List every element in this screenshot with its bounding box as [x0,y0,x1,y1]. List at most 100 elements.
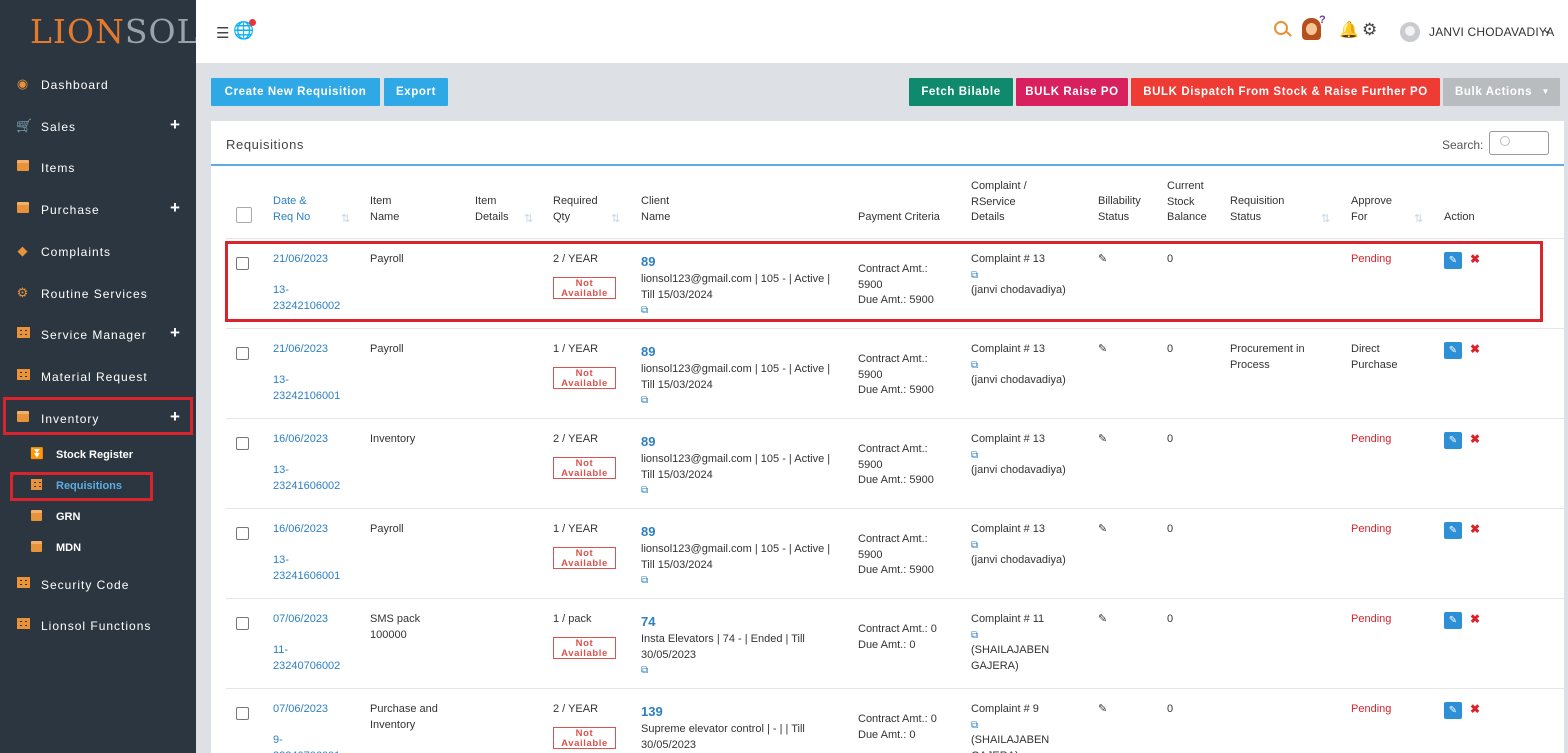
expand-plus-icon[interactable]: + [170,198,181,218]
search-input[interactable] [1489,131,1549,155]
row-checkbox[interactable] [236,617,249,630]
delete-icon[interactable]: ✖ [1470,612,1480,626]
sidebar-subitem-grn[interactable]: GRN [0,505,196,529]
search-icon[interactable] [1274,21,1288,35]
select-all-checkbox[interactable] [236,207,252,223]
sidebar-item-inventory[interactable]: Inventory + [0,403,196,433]
user-name[interactable]: JANVI CHODAVADIYA [1429,25,1554,39]
edit-icon[interactable]: ✎ [1444,252,1462,269]
external-link-icon[interactable]: ⧉ [641,303,841,319]
header-date[interactable]: Date & Req No [273,194,310,225]
row-checkbox[interactable] [236,707,249,720]
delete-icon[interactable]: ✖ [1470,702,1480,716]
complaint-details: Complaint # 11 ⧉ (SHAILAJABEN GAJERA) [971,613,1050,672]
avatar[interactable] [1400,22,1420,42]
pencil-icon[interactable]: ✎ [1098,432,1107,445]
header-client-name: Client Name [641,195,671,223]
expand-plus-icon[interactable]: + [170,407,181,427]
bulk-actions-dropdown[interactable]: Bulk Actions ▼ [1443,78,1560,106]
sort-icon[interactable]: ⇅ [1414,212,1423,225]
row-checkbox[interactable] [236,527,249,540]
client-details: Insta Elevators | 74 - | Ended | Till 30/… [641,632,841,679]
sort-icon[interactable]: ⇅ [524,212,533,225]
sidebar-item-security-code[interactable]: Security Code [0,569,196,599]
external-link-icon[interactable]: ⧉ [641,393,841,409]
client-id-link[interactable]: 89 [641,434,655,450]
client-id-link[interactable]: 74 [641,614,655,630]
sort-icon[interactable]: ⇅ [341,212,350,225]
external-link-icon[interactable]: ⧉ [971,358,1066,374]
pencil-icon[interactable]: ✎ [1098,342,1107,355]
edit-icon[interactable]: ✎ [1444,342,1462,359]
edit-icon[interactable]: ✎ [1444,432,1462,449]
client-id-link[interactable]: 89 [641,524,655,540]
edit-icon[interactable]: ✎ [1444,702,1462,719]
req-date[interactable]: 16/06/2023 [273,432,328,448]
row-checkbox[interactable] [236,257,249,270]
sidebar-item-dashboard[interactable]: ◉ Dashboard [0,69,196,99]
delete-icon[interactable]: ✖ [1470,252,1480,266]
gear-icon[interactable]: ⚙ [1362,20,1377,40]
fetch-bilable-button[interactable]: Fetch Bilable [909,78,1013,106]
client-id-link[interactable]: 89 [641,344,655,360]
external-link-icon[interactable]: ⧉ [641,573,841,589]
sidebar-item-purchase[interactable]: Purchase + [0,194,196,224]
sidebar-item-routine-services[interactable]: ⚙ Routine Services [0,278,196,308]
row-checkbox[interactable] [236,347,249,360]
req-number[interactable]: 13- 23241606001 [273,553,340,584]
expand-plus-icon[interactable]: + [170,323,181,343]
req-number[interactable]: 13- 23241606002 [273,463,340,494]
row-checkbox[interactable] [236,437,249,450]
pencil-icon[interactable]: ✎ [1098,702,1107,715]
external-link-icon[interactable]: ⧉ [971,718,1049,734]
sidebar-subitem-requisitions[interactable]: Requisitions [0,474,196,498]
payment-criteria: Contract Amt.: 0 Due Amt.: 0 [858,623,937,651]
bulk-dispatch-button[interactable]: BULK Dispatch From Stock & Raise Further… [1131,78,1440,106]
pencil-icon[interactable]: ✎ [1098,522,1107,535]
sort-icon[interactable]: ⇅ [1321,212,1330,225]
delete-icon[interactable]: ✖ [1470,342,1480,356]
expand-plus-icon[interactable]: + [170,115,181,135]
sidebar-item-complaints[interactable]: ◆ Complaints [0,236,196,266]
req-date[interactable]: 07/06/2023 [273,702,328,718]
external-link-icon[interactable]: ⧉ [971,538,1066,554]
edit-icon[interactable]: ✎ [1444,522,1462,539]
sidebar-item-service-manager[interactable]: Service Manager + [0,319,196,349]
external-link-icon[interactable]: ⧉ [641,483,841,499]
delete-icon[interactable]: ✖ [1470,432,1480,446]
bulk-raise-po-button[interactable]: BULK Raise PO [1016,78,1128,106]
sidebar-item-lionsol-functions[interactable]: Lionsol Functions [0,610,196,640]
req-date[interactable]: 21/06/2023 [273,252,328,268]
req-date[interactable]: 07/06/2023 [273,612,328,628]
sidebar-item-material-request[interactable]: Material Request [0,361,196,391]
sort-icon[interactable]: ⇅ [611,212,620,225]
sidebar-item-sales[interactable]: 🛒 Sales + [0,111,196,141]
pencil-icon[interactable]: ✎ [1098,252,1107,265]
req-number[interactable]: 13- 23242106001 [273,373,340,404]
client-id-link[interactable]: 139 [641,704,663,720]
bell-icon[interactable]: 🔔 [1339,20,1359,40]
delete-icon[interactable]: ✖ [1470,522,1480,536]
support-agent-icon[interactable]: ? [1300,14,1326,44]
external-link-icon[interactable]: ⧉ [641,663,841,679]
req-date[interactable]: 16/06/2023 [273,522,328,538]
header-action: Action [1444,211,1475,223]
pencil-icon[interactable]: ✎ [1098,612,1107,625]
external-link-icon[interactable]: ⧉ [971,628,1049,644]
client-id-link[interactable]: 89 [641,254,655,270]
req-number[interactable]: 9-23240706001 [273,733,340,753]
external-link-icon[interactable]: ⧉ [971,268,1066,284]
chevron-down-icon[interactable]: ⌄ [1542,22,1552,36]
req-number[interactable]: 13- 23242106002 [273,283,340,314]
sidebar-subitem-stock-register[interactable]: ⏬ Stock Register [0,443,196,467]
sidebar-subitem-mdn[interactable]: MDN [0,536,196,560]
req-number[interactable]: 11- 23240706002 [273,643,340,674]
create-requisition-button[interactable]: Create New Requisition [211,78,380,106]
sidebar: LIONSOL ◉ Dashboard 🛒 Sales + Items Purc… [0,0,198,753]
menu-icon[interactable]: ☰ [216,24,229,42]
external-link-icon[interactable]: ⧉ [971,448,1066,464]
sidebar-item-items[interactable]: Items [0,152,196,182]
export-button[interactable]: Export [384,78,448,106]
req-date[interactable]: 21/06/2023 [273,342,328,358]
edit-icon[interactable]: ✎ [1444,612,1462,629]
